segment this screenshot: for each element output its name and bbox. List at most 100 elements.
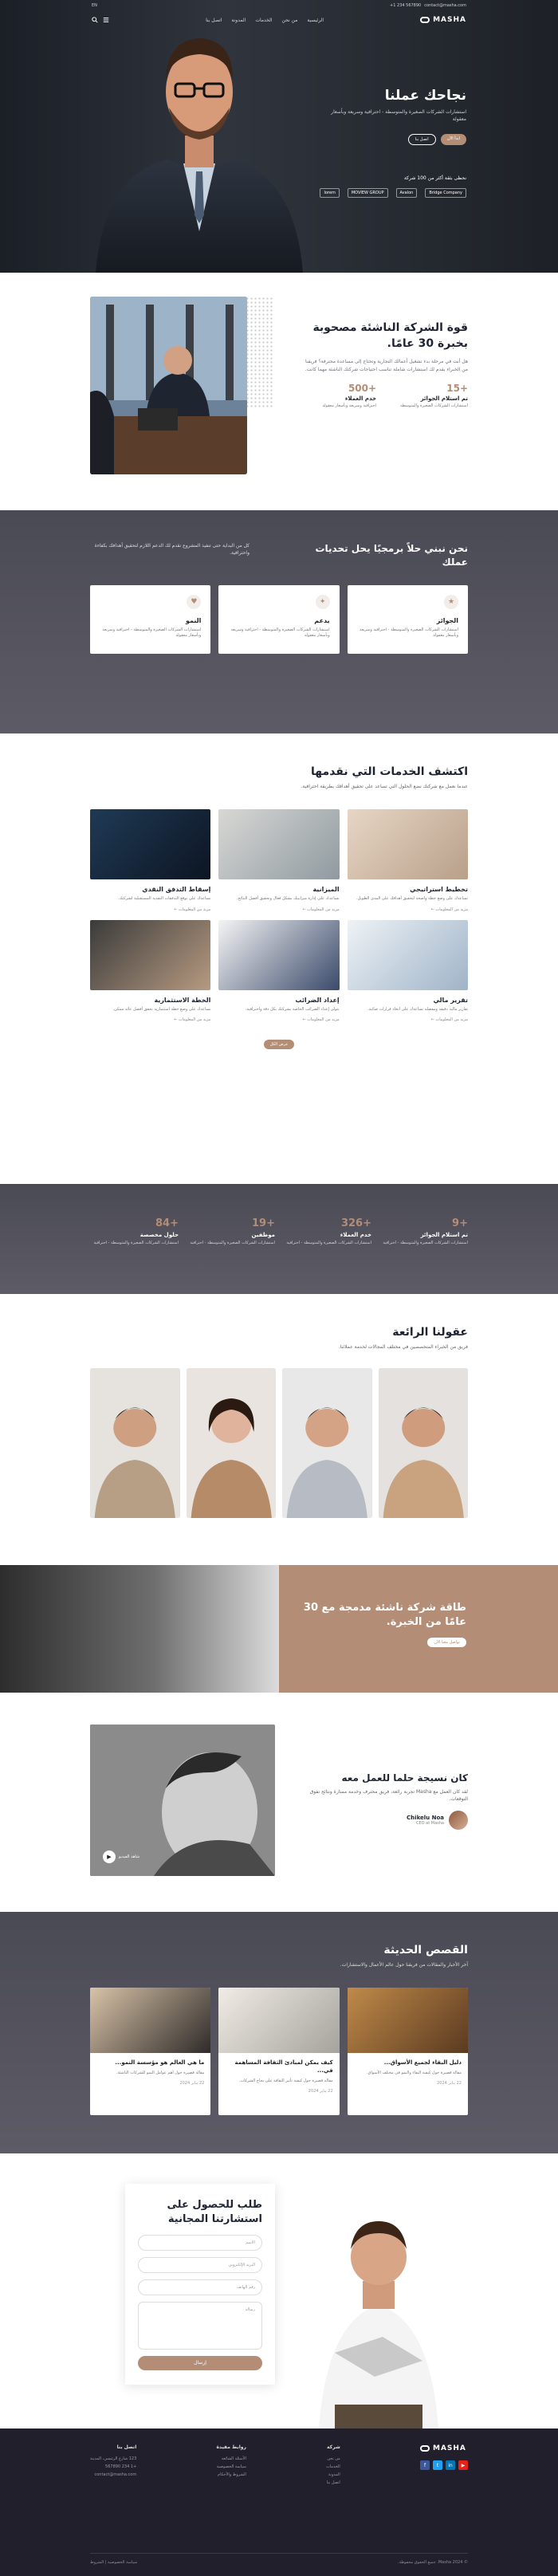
view-all-button[interactable]: عرض الكل [263, 1040, 295, 1049]
footer-link[interactable]: اتصل بنا [326, 2480, 340, 2485]
counter-label: حلول مخصصة [140, 1232, 179, 1238]
twitter-icon[interactable]: t [433, 2460, 442, 2470]
post-image [90, 1988, 211, 2053]
service-card[interactable]: الخطة الاستثمارية نساعدك على وضع خطة است… [90, 919, 211, 1022]
post-title: دليل البقاء لجميع الأسواق... [383, 2059, 462, 2066]
team-member-card[interactable] [90, 1368, 180, 1518]
service-image [347, 809, 468, 879]
footer-link[interactable]: الشروط والأحكام [216, 2472, 246, 2477]
service-card[interactable]: إعداد الضرائب نتولى إعداد الضرائب الخاصة… [218, 919, 340, 1022]
office-meeting-image [90, 297, 247, 474]
service-title: الخطة الاستثمارية [154, 996, 211, 1004]
counters-section: +9 تم استلام الجوائز استشارات الشركات ال… [0, 1184, 558, 1294]
feature-title: الجوائز [436, 616, 458, 624]
footer-contact[interactable]: contact@masha.com [90, 2472, 136, 2477]
footer-logo[interactable]: MASHA [420, 2444, 468, 2452]
cta-title: طاقة شركة ناشئة مدمجة مع 30 عامًا من الخ… [303, 1602, 466, 1629]
footer-link[interactable]: سياسة الخصوصية [216, 2464, 246, 2469]
post-date: 22 يناير 2024 [179, 2081, 205, 2086]
stat-number: +500 [348, 383, 377, 395]
email-field[interactable]: البريد الإلكتروني [138, 2257, 262, 2274]
service-card[interactable]: تخطيط استراتيجي نساعدك على وضع خطة واضحة… [347, 809, 468, 912]
hero-primary-button[interactable]: ابدأ الآن [440, 134, 466, 145]
linkedin-icon[interactable]: in [446, 2460, 455, 2470]
service-image [347, 919, 468, 990]
logo-mark-icon [420, 2445, 430, 2452]
feature-card[interactable]: ★ الجوائز استشارات الشركات الصغيرة والمت… [347, 584, 468, 654]
blog-post-card[interactable]: كيف يمكن لمبادئ الثقافة المساهمة في... م… [218, 1988, 340, 2115]
services-title: اكتشف الخدمات التي نقدمها [311, 765, 468, 778]
service-title: إعداد الضرائب [295, 996, 340, 1004]
blog-post-card[interactable]: دليل البقاء لجميع الأسواق... مقالة قصيرة… [347, 1988, 468, 2115]
stat-number: +15 [446, 383, 468, 395]
support-icon: ✦ [315, 594, 330, 609]
counter-sub: استشارات الشركات الصغيرة والمتوسطة - احت… [286, 1241, 371, 1245]
submit-button[interactable]: إرسال [138, 2356, 262, 2371]
counter-label: موظفين [251, 1232, 275, 1238]
service-image [90, 919, 211, 990]
service-text: نساعدك على وضع خطة استثمارية تحقق أفضل ع… [112, 1006, 211, 1012]
youtube-icon[interactable]: ▶ [458, 2460, 468, 2470]
service-text: تقارير مالية دقيقة ومفصلة تساعدك على اتخ… [367, 1006, 468, 1012]
service-more-link[interactable]: مزيد من المعلومات ← [348, 1017, 468, 1022]
team-member-photo [282, 1368, 372, 1518]
stat-label: تم استلام الجوائز [420, 395, 468, 403]
footer-bottom-links[interactable]: سياسة الخصوصية | الشروط [90, 2560, 137, 2565]
phone-field[interactable]: رقم الهاتف [138, 2279, 262, 2296]
counter-sub: استشارات الشركات الصغيرة والمتوسطة - احت… [190, 1241, 275, 1245]
footer-column-title: شركة [327, 2444, 340, 2450]
counter-item: +9 تم استلام الجوائز استشارات الشركات ال… [379, 1217, 468, 1294]
author-role: CEO at Masha [415, 1821, 444, 1826]
testimonial-image: ▶ شاهد الفيديو [90, 1725, 275, 1876]
stat-sub: استشارات الشركات الصغيرة والمتوسطة [400, 403, 468, 409]
blog-title: القصص الحديثة [383, 1944, 468, 1957]
service-more-link[interactable]: مزيد من المعلومات ← [348, 907, 468, 912]
service-text: نتولى إعداد الضرائب الخاصة بشركتك بكل دق… [245, 1006, 340, 1012]
blog-section: القصص الحديثة آخر الأخبار والمقالات من ف… [0, 1912, 558, 2153]
footer-column-title: اتصل بنا [116, 2444, 137, 2450]
team-member-card[interactable] [378, 1368, 468, 1518]
cta-panel: طاقة شركة ناشئة مدمجة مع 30 عامًا من الخ… [279, 1565, 558, 1693]
post-date: 22 يناير 2024 [308, 2089, 333, 2094]
service-more-link[interactable]: مزيد من المعلومات ← [218, 1017, 339, 1022]
partner-logo: Bridge Company [425, 188, 466, 198]
service-card[interactable]: تقرير مالي تقارير مالية دقيقة ومفصلة تسا… [347, 919, 468, 1022]
counter-number: +326 [340, 1217, 371, 1229]
counter-number: +84 [155, 1217, 179, 1229]
feature-card[interactable]: ♥ النمو استشارات الشركات الصغيرة والمتوس… [90, 584, 211, 654]
feature-title: النمو [185, 616, 202, 624]
footer-contact[interactable]: +1 234 567890 [90, 2464, 136, 2469]
service-more-link[interactable]: مزيد من المعلومات ← [90, 1017, 210, 1022]
footer-link[interactable]: من نحن [326, 2456, 340, 2461]
counter-label: تم استلام الجوائز [420, 1232, 468, 1238]
hero-secondary-button[interactable]: اتصل بنا [407, 134, 436, 145]
partner-logos: lorem MOVIEW GROUP Avalon Bridge Company [320, 188, 466, 198]
logo[interactable]: MASHA [420, 16, 466, 24]
avatar [449, 1811, 468, 1830]
team-section: عقولنا الرائعة فريق من الخبراء المتخصصين… [0, 1294, 558, 1565]
play-icon: ▶ [103, 1850, 116, 1863]
name-field[interactable]: الاسم [138, 2235, 262, 2252]
team-member-photo [186, 1368, 276, 1518]
play-video-button[interactable]: ▶ شاهد الفيديو [103, 1850, 140, 1863]
feature-card[interactable]: ✦ يدعم استشارات الشركات الصغيرة والمتوسط… [218, 584, 340, 654]
cta-button[interactable]: تواصل معنا الآن [427, 1638, 466, 1648]
facebook-icon[interactable]: f [420, 2460, 430, 2470]
blog-post-card[interactable]: ما هي العالم هو مؤسسة النمو... مقالة قصي… [90, 1988, 211, 2115]
testimonial-copy: كان نسيجة حلما للعمل معه لقد كان العمل م… [293, 1772, 468, 1830]
footer-link[interactable]: الأسئلة الشائعة [216, 2456, 246, 2461]
footer-link[interactable]: المدونة [326, 2472, 340, 2477]
message-field[interactable]: رسالة [138, 2302, 262, 2350]
footer-column-title: روابط مفيدة [216, 2444, 246, 2450]
footer-link[interactable]: الخدمات [326, 2464, 340, 2469]
team-member-card[interactable] [282, 1368, 372, 1518]
blog-lead: آخر الأخبار والمقالات من فريقنا حول عالم… [340, 1962, 468, 1968]
counter-number: +19 [252, 1217, 275, 1229]
service-card[interactable]: الميزانية نساعدك على إدارة ميزانيتك بشكل… [218, 809, 340, 912]
service-more-link[interactable]: مزيد من المعلومات ← [218, 907, 339, 912]
service-more-link[interactable]: مزيد من المعلومات ← [90, 907, 210, 912]
team-member-card[interactable] [186, 1368, 276, 1518]
service-card[interactable]: إسقاط التدفق النقدي نساعدك على توقع التد… [90, 809, 211, 912]
partner-logo: MOVIEW GROUP [347, 188, 388, 198]
features-text: كل من البداية حتى تنفيذ المشروع نقدم لك … [94, 543, 250, 556]
